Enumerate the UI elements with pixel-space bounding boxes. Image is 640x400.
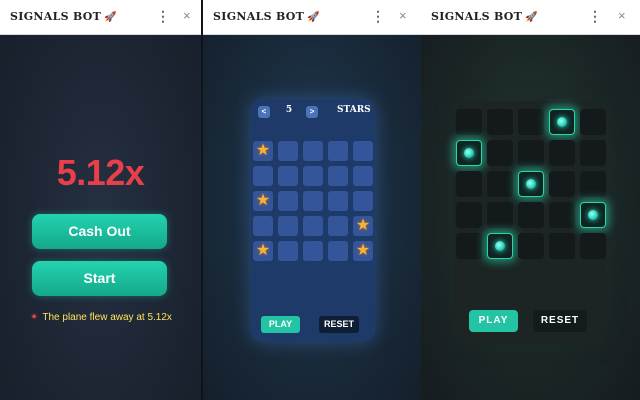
reset-button[interactable]: RESET: [533, 310, 587, 332]
grid-cell[interactable]: [549, 171, 575, 197]
grid-cell[interactable]: [549, 233, 575, 259]
grid-cell[interactable]: [328, 191, 348, 211]
title-bar: SIGNALS BOT 🚀 ⋮ ×: [421, 0, 640, 35]
play-button[interactable]: PLAY: [261, 316, 300, 333]
grid-cell[interactable]: [580, 109, 606, 135]
close-icon[interactable]: ×: [183, 8, 191, 24]
grid-cell[interactable]: [253, 166, 273, 186]
window-title: SIGNALS BOT 🚀: [213, 10, 320, 23]
grid-cell[interactable]: [278, 241, 298, 261]
grid-cell[interactable]: [253, 216, 273, 236]
grid-cell[interactable]: [353, 191, 373, 211]
grid-cell[interactable]: [487, 109, 513, 135]
close-icon[interactable]: ×: [618, 8, 626, 24]
grid-cell[interactable]: ★: [353, 241, 373, 261]
star-count-value: 5: [285, 105, 293, 115]
grid-cell[interactable]: [353, 166, 373, 186]
grid-cell[interactable]: [549, 109, 575, 135]
grid-cell[interactable]: [456, 233, 482, 259]
mode-label: STARS: [337, 105, 371, 115]
grid-cell[interactable]: ★: [353, 216, 373, 236]
title-bar: SIGNALS BOT 🚀 ⋮ ×: [0, 0, 201, 35]
gems-board: PLAY RESET: [454, 101, 606, 345]
grid-cell[interactable]: [487, 233, 513, 259]
grid-cell[interactable]: [518, 202, 544, 228]
grid-cell[interactable]: ★: [253, 141, 273, 161]
increase-count-button[interactable]: >: [306, 106, 318, 118]
grid-cell[interactable]: [328, 216, 348, 236]
grid-cell[interactable]: [278, 191, 298, 211]
window-title: SIGNALS BOT 🚀: [10, 10, 117, 23]
grid-cell[interactable]: [303, 166, 323, 186]
grid-cell[interactable]: [303, 141, 323, 161]
grid-cell[interactable]: ★: [253, 191, 273, 211]
grid-cell[interactable]: [328, 166, 348, 186]
close-icon[interactable]: ×: [399, 8, 407, 24]
grid-cell[interactable]: [328, 241, 348, 261]
gem-icon: [557, 117, 567, 127]
star-icon: ★: [255, 242, 271, 259]
decrease-count-button[interactable]: <: [258, 106, 270, 118]
grid-cell[interactable]: [328, 141, 348, 161]
reset-button[interactable]: RESET: [319, 316, 359, 333]
grid-cell[interactable]: [487, 202, 513, 228]
more-options-icon[interactable]: ⋮: [156, 8, 170, 24]
status-text: The plane flew away at 5.12x: [42, 312, 172, 323]
grid-cell[interactable]: [549, 140, 575, 166]
play-button[interactable]: PLAY: [469, 310, 518, 332]
title-bar: SIGNALS BOT 🚀 ⋮ ×: [203, 0, 421, 35]
grid-cell[interactable]: [518, 109, 544, 135]
grid-cell[interactable]: [518, 233, 544, 259]
gem-icon: [464, 148, 474, 158]
grid-cell[interactable]: [580, 140, 606, 166]
grid-cell[interactable]: [456, 171, 482, 197]
star-icon: ★: [255, 142, 271, 159]
grid-cell[interactable]: [456, 202, 482, 228]
gem-icon: [588, 210, 598, 220]
grid-cell[interactable]: [353, 141, 373, 161]
grid-cell[interactable]: [580, 233, 606, 259]
cash-out-button[interactable]: Cash Out: [32, 214, 167, 249]
multiplier-display: 5.12x: [56, 152, 145, 193]
aviator-panel: SIGNALS BOT 🚀 ⋮ × 5.12x Cash Out Start ✴ T…: [0, 0, 201, 400]
grid-cell[interactable]: [487, 140, 513, 166]
grid-cell[interactable]: [303, 241, 323, 261]
rocket-icon: 🚀: [307, 12, 320, 23]
grid-cell[interactable]: [456, 140, 482, 166]
grid-cell[interactable]: [278, 166, 298, 186]
grid-cell[interactable]: [518, 140, 544, 166]
stars-board: < 5 > STARS ★ ★ ★ ★ ★ PLAY RESET: [251, 99, 375, 342]
grid-cell[interactable]: [518, 171, 544, 197]
stars-panel: SIGNALS BOT 🚀 ⋮ × < 5 > STARS ★ ★ ★ ★ ★ PLAY …: [203, 0, 421, 400]
grid-cell[interactable]: [580, 202, 606, 228]
explosion-icon: ✴: [30, 312, 39, 323]
more-options-icon[interactable]: ⋮: [371, 8, 385, 24]
star-icon: ★: [355, 217, 371, 234]
grid-cell[interactable]: [487, 171, 513, 197]
grid-cell[interactable]: [456, 109, 482, 135]
stars-grid: ★ ★ ★ ★ ★: [253, 141, 373, 261]
rocket-icon: 🚀: [525, 12, 538, 23]
gem-icon: [495, 241, 505, 251]
grid-cell[interactable]: [278, 216, 298, 236]
grid-cell[interactable]: [278, 141, 298, 161]
rocket-icon: 🚀: [104, 12, 117, 23]
gems-panel: SIGNALS BOT 🚀 ⋮ × PLAY RESET: [421, 0, 640, 400]
grid-cell[interactable]: [580, 171, 606, 197]
star-icon: ★: [255, 192, 271, 209]
gems-grid: [456, 109, 606, 259]
grid-cell[interactable]: [549, 202, 575, 228]
star-icon: ★: [355, 242, 371, 259]
gem-icon: [526, 179, 536, 189]
more-options-icon[interactable]: ⋮: [588, 8, 602, 24]
window-title: SIGNALS BOT 🚀: [431, 10, 538, 23]
grid-cell[interactable]: [303, 216, 323, 236]
start-button[interactable]: Start: [32, 261, 167, 296]
grid-cell[interactable]: [303, 191, 323, 211]
status-message: ✴ The plane flew away at 5.12x: [30, 312, 172, 323]
grid-cell[interactable]: ★: [253, 241, 273, 261]
